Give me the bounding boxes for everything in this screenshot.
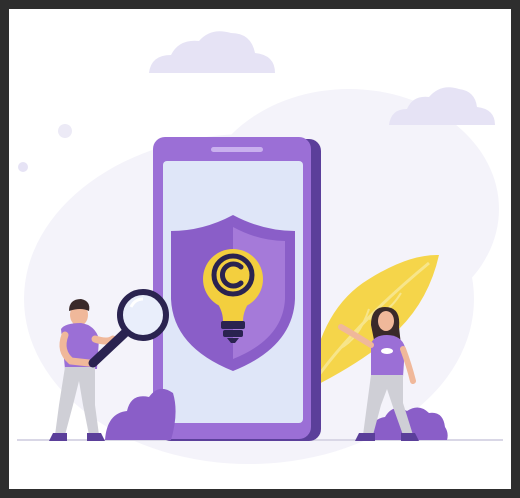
decor-dot [18,162,28,172]
cloud-icon [149,31,275,73]
image-frame [0,0,520,498]
decor-dot [58,124,72,138]
copyright-protection-illustration [17,31,503,464]
